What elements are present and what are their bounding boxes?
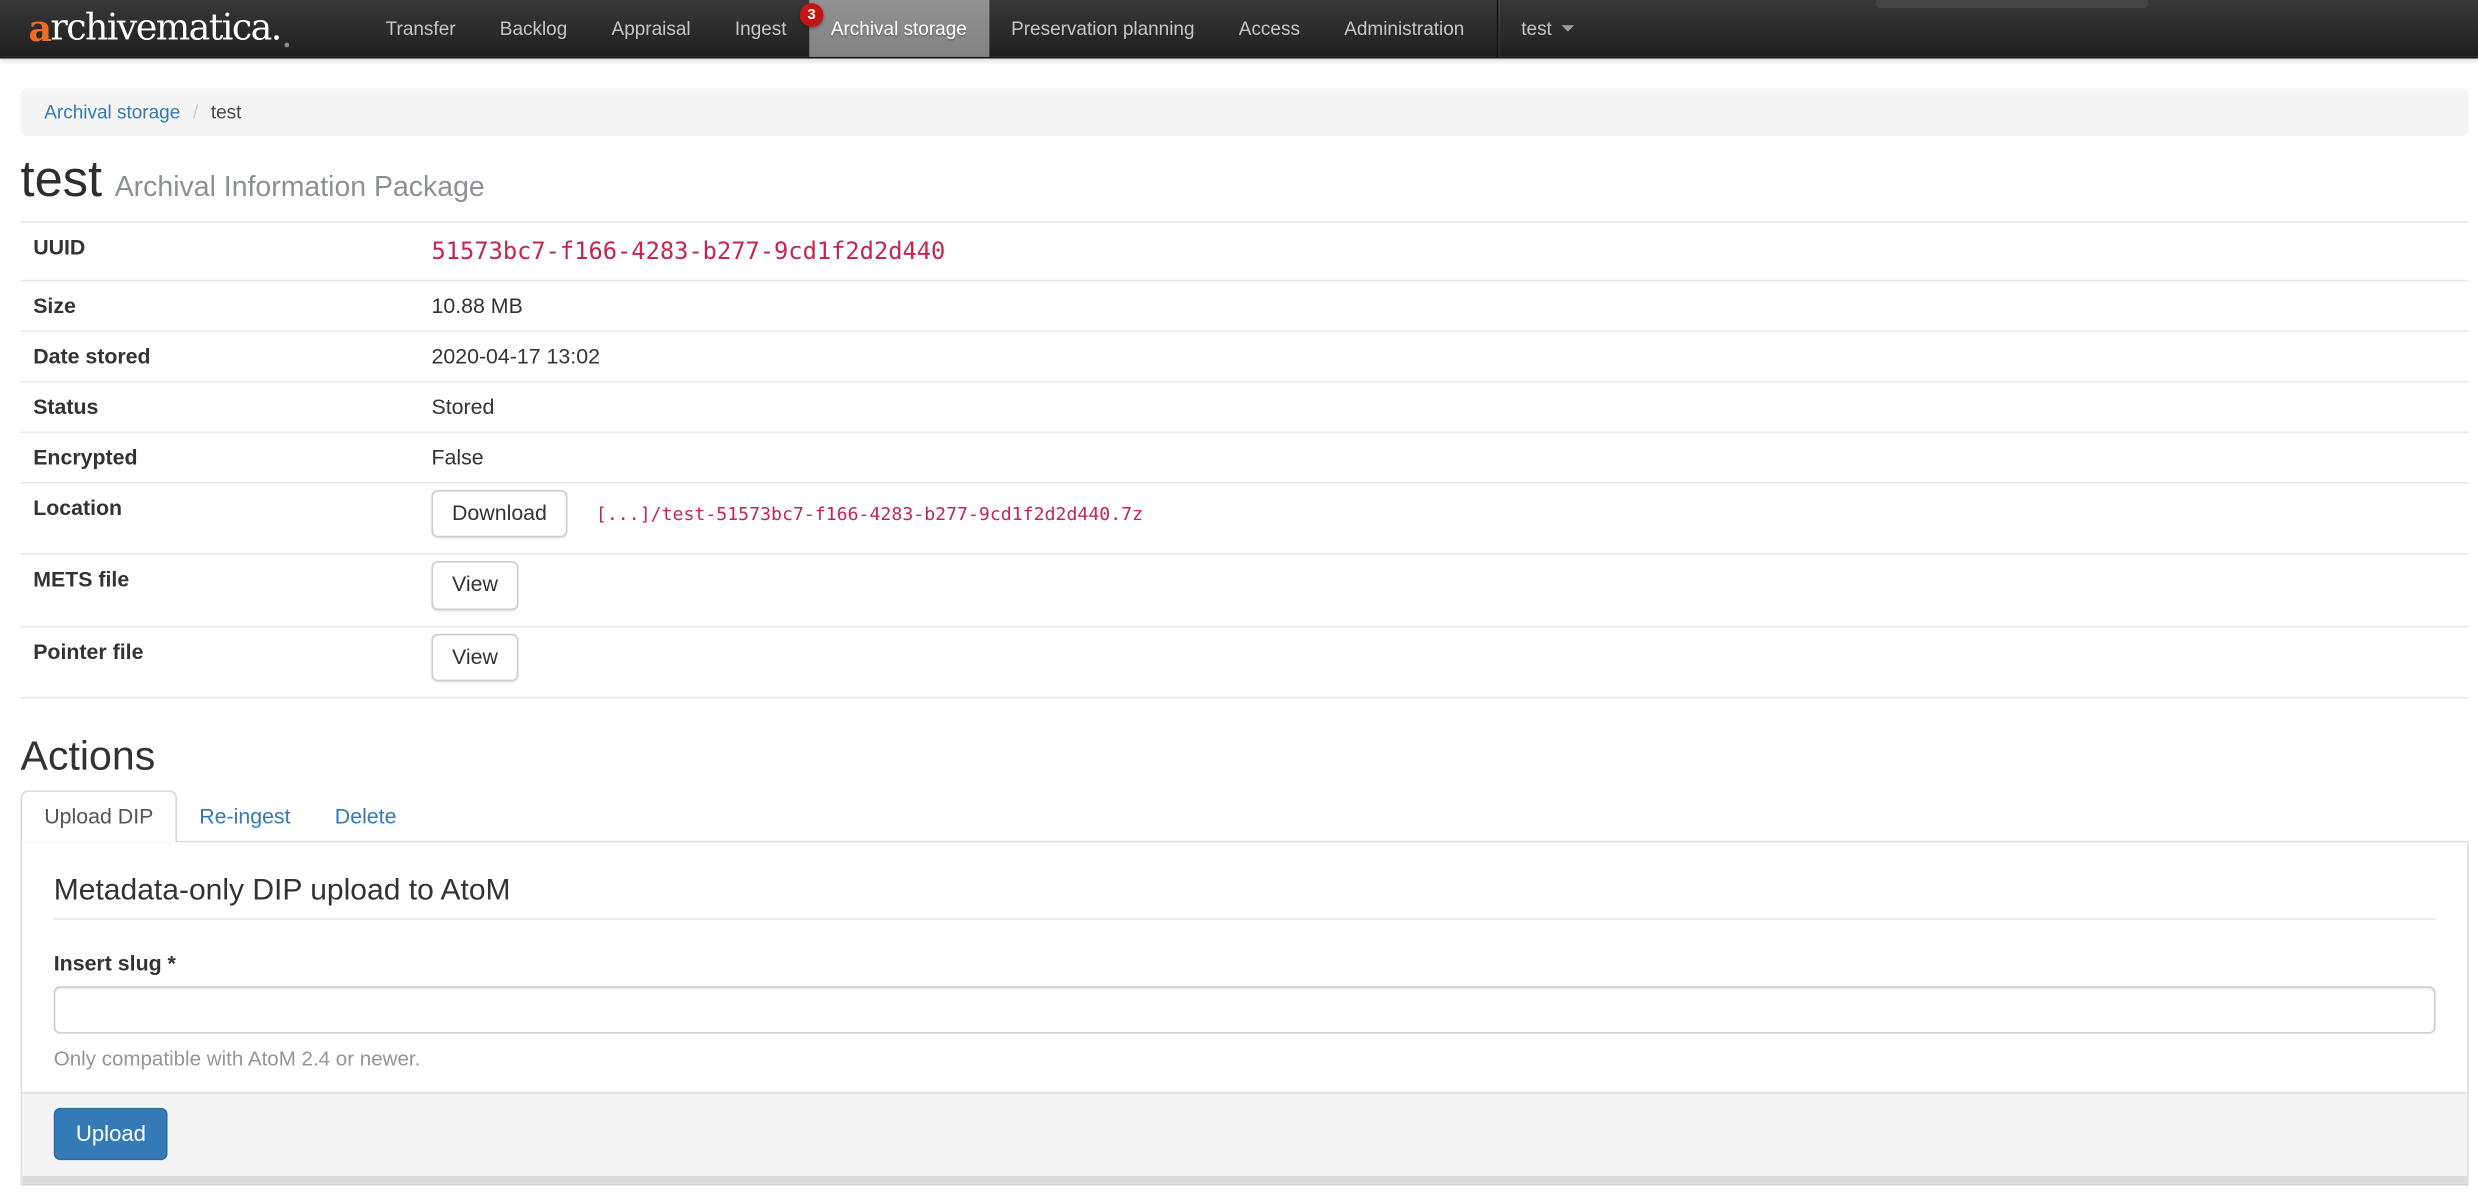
atom-compatibility-note: Only compatible with AtoM 2.4 or newer. xyxy=(54,1047,2436,1071)
status-value: Stored xyxy=(431,383,507,432)
archivematica-logo[interactable]: archivematica. xyxy=(0,0,335,57)
upload-dip-panel: Metadata-only DIP upload to AtoM Insert … xyxy=(21,843,2469,1186)
insert-slug-input[interactable] xyxy=(54,987,2436,1034)
table-row-location: Location Download [...]/test-51573bc7-f1… xyxy=(21,484,2469,555)
status-label: Status xyxy=(21,383,432,432)
upload-button[interactable]: Upload xyxy=(54,1109,168,1161)
main-content: test Archival Information Package UUID 51… xyxy=(21,152,2469,1186)
breadcrumb: Archival storage / test xyxy=(21,89,2469,136)
uuid-value: 51573bc7-f166-4283-b277-9cd1f2d2d440 xyxy=(431,237,945,265)
insert-slug-label: Insert slug * xyxy=(54,952,2436,976)
table-row-encrypted: Encrypted False xyxy=(21,433,2469,484)
ingest-count-badge: 3 xyxy=(800,3,824,27)
view-pointer-button[interactable]: View xyxy=(431,633,518,681)
user-menu[interactable]: test xyxy=(1499,0,1596,57)
logo-text: rchivematica xyxy=(50,10,270,46)
nav-item-archival-storage[interactable]: Archival storage xyxy=(809,0,989,57)
uuid-label: UUID xyxy=(21,223,432,272)
tab-delete[interactable]: Delete xyxy=(313,793,419,842)
nav-item-backlog[interactable]: Backlog xyxy=(478,0,590,57)
encrypted-value: False xyxy=(431,433,496,482)
view-mets-button[interactable]: View xyxy=(431,562,518,610)
breadcrumb-link-archival-storage[interactable]: Archival storage xyxy=(44,101,180,123)
date-stored-value: 2020-04-17 13:02 xyxy=(431,332,612,381)
page-header: test Archival Information Package xyxy=(21,152,2469,223)
breadcrumb-separator: / xyxy=(193,101,198,123)
mets-file-label: METS file xyxy=(21,555,432,604)
table-row-status: Status Stored xyxy=(21,383,2469,434)
date-stored-label: Date stored xyxy=(21,332,432,381)
breadcrumb-current: test xyxy=(211,101,242,123)
aip-name: test xyxy=(21,150,103,207)
size-label: Size xyxy=(21,282,432,331)
nav-item-administration[interactable]: Administration xyxy=(1322,0,1486,57)
download-button[interactable]: Download xyxy=(431,490,567,538)
location-label: Location xyxy=(21,484,432,533)
panel-bottom-strip xyxy=(22,1176,2467,1184)
chevron-down-icon xyxy=(1561,25,1574,31)
actions-tabbar: Upload DIP Re-ingest Delete xyxy=(21,791,2469,843)
tab-upload-dip[interactable]: Upload DIP xyxy=(21,791,178,843)
encrypted-label: Encrypted xyxy=(21,433,432,482)
pointer-file-label: Pointer file xyxy=(21,627,432,676)
form-heading: Metadata-only DIP upload to AtoM xyxy=(54,875,2436,921)
top-navbar: archivematica. Transfer Backlog Appraisa… xyxy=(0,0,2478,58)
location-path: [...]/test-51573bc7-f166-4283-b277-9cd1f… xyxy=(596,503,1143,525)
table-row-date-stored: Date stored 2020-04-17 13:02 xyxy=(21,332,2469,383)
table-row-pointer-file: Pointer file View xyxy=(21,627,2469,698)
logo-trademark-dot xyxy=(284,43,289,48)
archivematica-page: archivematica. Transfer Backlog Appraisa… xyxy=(0,0,2478,1195)
nav-item-transfer[interactable]: Transfer xyxy=(364,0,478,57)
user-menu-label: test xyxy=(1521,17,1552,39)
main-menu: Transfer Backlog Appraisal Ingest Archiv… xyxy=(364,0,1487,57)
navbar-top-fragment xyxy=(1876,0,2148,8)
logo-period: . xyxy=(271,10,281,46)
aip-details-table: UUID 51573bc7-f166-4283-b277-9cd1f2d2d44… xyxy=(21,223,2469,698)
nav-item-appraisal[interactable]: Appraisal xyxy=(589,0,712,57)
nav-item-preservation-planning[interactable]: Preservation planning xyxy=(989,0,1217,57)
size-value: 10.88 MB xyxy=(431,282,535,331)
actions-heading: Actions xyxy=(21,733,2469,778)
table-row-uuid: UUID 51573bc7-f166-4283-b277-9cd1f2d2d44… xyxy=(21,223,2469,281)
page-title: test Archival Information Package xyxy=(21,152,2469,208)
logo-letter-a: a xyxy=(28,10,50,46)
tab-re-ingest[interactable]: Re-ingest xyxy=(177,793,313,842)
upload-dip-form: Metadata-only DIP upload to AtoM Insert … xyxy=(22,843,2467,1093)
panel-footer: Upload xyxy=(22,1093,2467,1177)
aip-type-subtitle: Archival Information Package xyxy=(115,171,485,203)
nav-item-ingest[interactable]: Ingest xyxy=(713,0,809,57)
table-row-size: Size 10.88 MB xyxy=(21,282,2469,333)
table-row-mets-file: METS file View xyxy=(21,555,2469,626)
nav-item-access[interactable]: Access xyxy=(1217,0,1322,57)
